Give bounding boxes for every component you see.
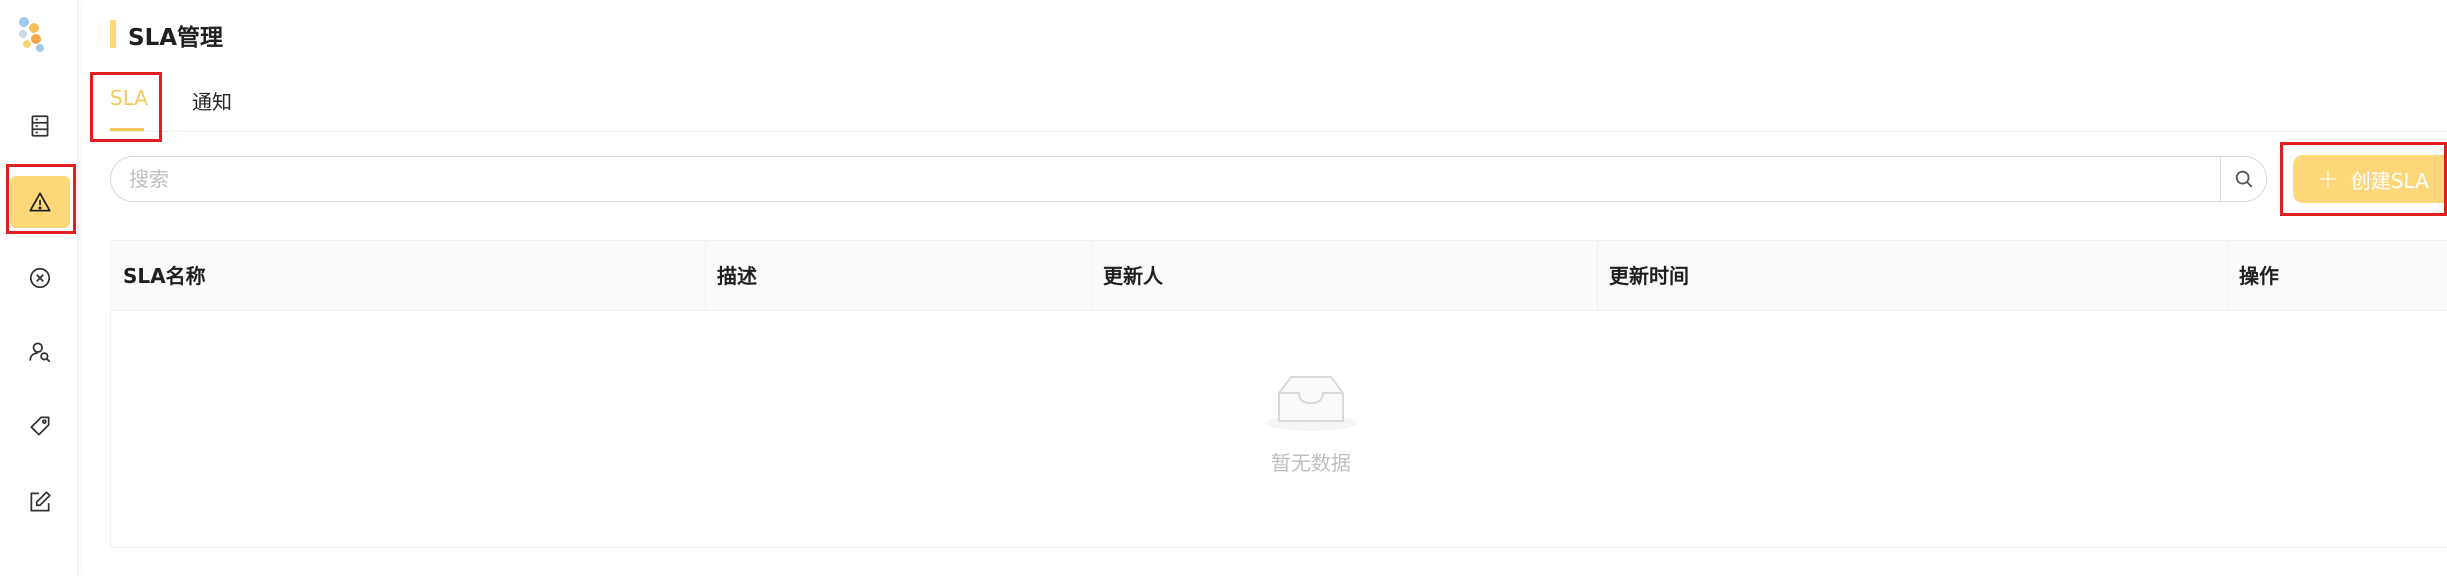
sidebar-item-user-search[interactable] xyxy=(10,326,70,378)
server-list-icon xyxy=(31,115,49,137)
logo-icon[interactable] xyxy=(14,14,48,54)
column-header-sla-name: SLA名称 xyxy=(123,264,206,288)
sidebar-item-sla[interactable] xyxy=(10,176,70,228)
sidebar-item-edit[interactable] xyxy=(10,476,70,528)
search-button[interactable] xyxy=(2220,157,2266,201)
tag-icon xyxy=(30,416,50,436)
empty-inbox-icon xyxy=(1265,376,1357,431)
sidebar-item-cancel[interactable] xyxy=(10,252,70,304)
warning-triangle-icon xyxy=(29,192,51,212)
column-header-updated-time: 更新时间 xyxy=(1609,264,1689,288)
table-header: SLA名称 描述 更新人 更新时间 操作 xyxy=(111,241,2447,311)
empty-state: 暂无数据 xyxy=(1231,371,1391,476)
empty-text: 暂无数据 xyxy=(1271,451,1351,475)
user-search-icon xyxy=(29,342,51,363)
create-sla-label: 创建SLA xyxy=(2350,168,2429,193)
column-header-actions: 操作 xyxy=(2239,264,2279,288)
edit-icon xyxy=(30,491,51,512)
create-sla-button[interactable]: + 创建SLA xyxy=(2293,155,2447,203)
search-box xyxy=(110,156,2267,202)
sidebar xyxy=(0,0,78,576)
page-title: SLA管理 xyxy=(128,25,224,51)
tab-active-indicator xyxy=(110,128,144,131)
tab-sla[interactable]: SLA xyxy=(110,86,148,110)
close-circle-icon xyxy=(29,267,51,289)
sidebar-item-tags[interactable] xyxy=(10,400,70,452)
plus-icon: + xyxy=(2317,164,2339,194)
search-input[interactable] xyxy=(111,157,2221,201)
tab-bar: SLA 通知 xyxy=(110,78,2447,132)
sidebar-item-server-list[interactable] xyxy=(10,100,70,152)
search-icon xyxy=(2235,170,2252,188)
tab-notification[interactable]: 通知 xyxy=(192,86,232,115)
column-header-description: 描述 xyxy=(717,264,757,288)
column-header-updater: 更新人 xyxy=(1103,264,1163,288)
title-accent-bar xyxy=(110,20,116,48)
sla-table: SLA名称 描述 更新人 更新时间 操作 暂无数据 xyxy=(110,240,2447,548)
